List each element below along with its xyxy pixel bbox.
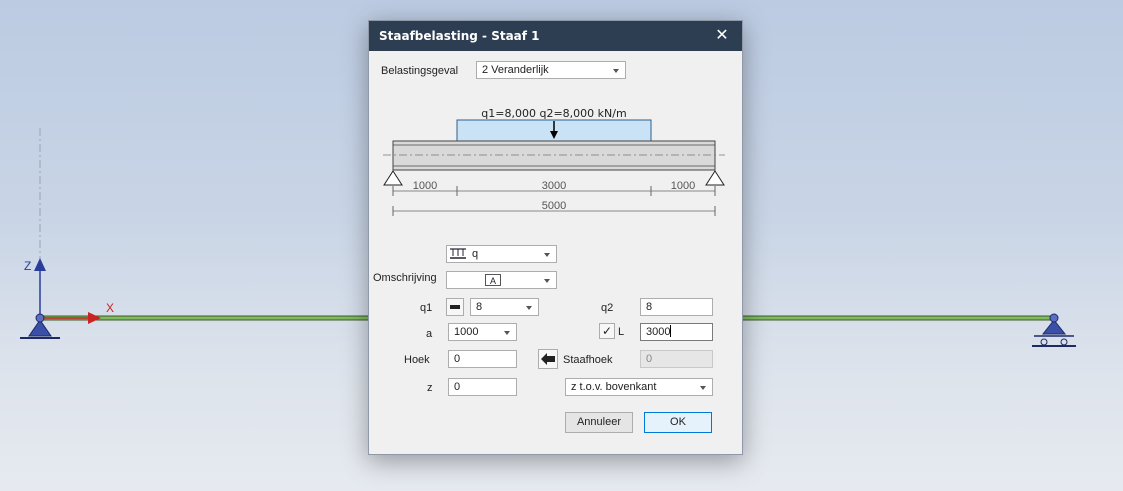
arrow-left-icon[interactable] (538, 349, 558, 369)
dialog-titlebar[interactable]: Staafbelasting - Staaf 1 ✕ (369, 21, 742, 51)
staafhoek-label: Staafhoek (563, 354, 613, 366)
q1-label: q1 (420, 302, 433, 314)
z-axis: Z (24, 258, 46, 318)
L-label: L (618, 326, 625, 338)
bar-load-icon[interactable] (446, 298, 464, 316)
dim-mid: 3000 (542, 180, 566, 192)
svg-text:A: A (490, 276, 496, 286)
dim-total: 5000 (542, 200, 566, 212)
z-axis-arrow-icon (34, 258, 46, 271)
left-support-icon (383, 170, 403, 186)
x-axis-label: X (106, 301, 114, 315)
x-axis-arrow-icon (88, 312, 101, 324)
x-axis: X (40, 301, 114, 324)
a-label: a (426, 328, 433, 340)
dim-right: 1000 (671, 180, 695, 192)
close-icon[interactable]: ✕ (702, 21, 742, 51)
z-input[interactable]: 0 (448, 378, 517, 396)
load-case-value: 2 Veranderlijk (482, 64, 549, 76)
z-axis-label: Z (24, 259, 31, 273)
dialog-title: Staafbelasting - Staaf 1 (379, 29, 540, 43)
a-value: 1000 (454, 326, 479, 338)
text-field-icon: A (485, 274, 501, 286)
staafhoek-value: 0 (646, 353, 653, 365)
hoek-value: 0 (454, 353, 461, 365)
bar-load-dialog: Staafbelasting - Staaf 1 ✕ Belastingsgev… (368, 20, 743, 455)
hoek-input[interactable]: 0 (448, 350, 517, 368)
cancel-button[interactable]: Annuleer (565, 412, 633, 433)
staafhoek-input: 0 (640, 350, 713, 368)
q2-label: q2 (601, 302, 614, 314)
q1-input[interactable]: 8 (470, 298, 539, 316)
dim-left: 1000 (413, 180, 437, 192)
z-value: 0 (454, 381, 461, 393)
right-support-icon (705, 170, 725, 186)
load-type-select[interactable]: q (446, 245, 557, 263)
text-cursor (670, 325, 672, 337)
z-reference-value: z t.o.v. bovenkant (571, 381, 657, 393)
L-value: 3000 (646, 326, 671, 338)
q2-value: 8 (646, 301, 653, 313)
z-reference-select[interactable]: z t.o.v. bovenkant (565, 378, 713, 396)
load-label: q1=8,000 q2=8,000 kN/m (481, 107, 626, 120)
hoek-label: Hoek (404, 354, 430, 366)
load-diagram: q1=8,000 q2=8,000 kN/m 1000 3000 1000 50… (383, 107, 725, 216)
load-case-select[interactable]: 2 Veranderlijk (476, 61, 626, 79)
q1-value: 8 (476, 301, 483, 313)
load-type-value: q (472, 248, 479, 260)
ok-button[interactable]: OK (644, 412, 712, 433)
description-select[interactable]: A (446, 271, 557, 289)
z-label: z (427, 382, 433, 394)
L-input[interactable]: 3000 (640, 323, 713, 341)
load-case-label: Belastingsgeval (381, 65, 459, 77)
distributed-load-icon (450, 248, 466, 259)
a-input[interactable]: 1000 (448, 323, 517, 341)
checkbox-icon[interactable]: ✓ (599, 323, 615, 339)
description-label: Omschrijving (373, 272, 437, 284)
q2-input[interactable]: 8 (640, 298, 713, 316)
